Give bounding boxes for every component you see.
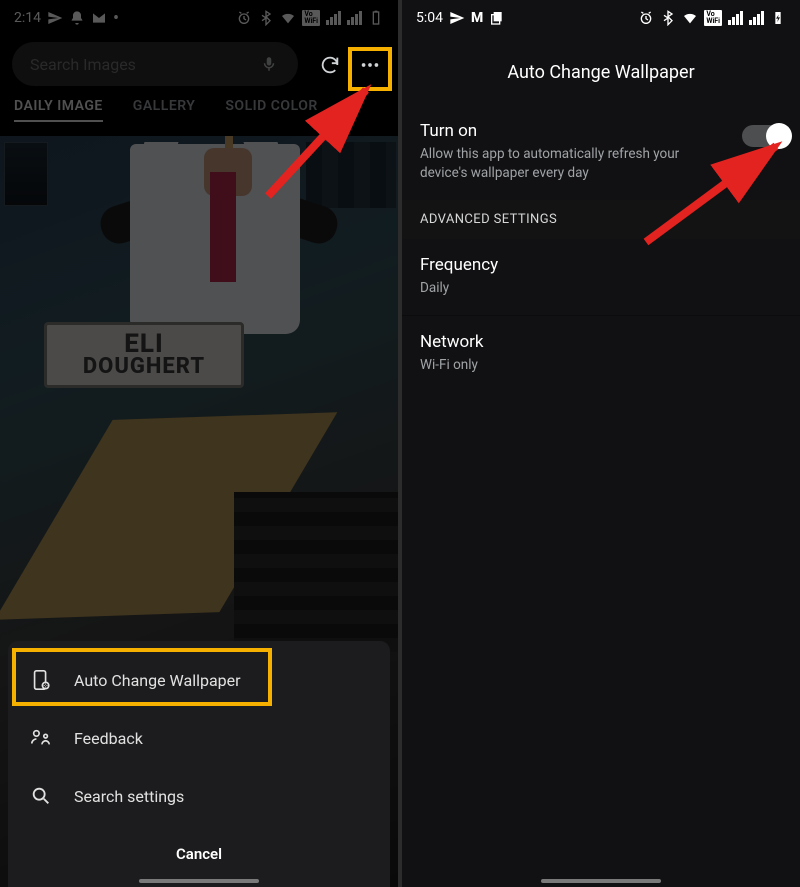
- sheet-cancel[interactable]: Cancel: [8, 825, 390, 887]
- network-value: Wi-Fi only: [420, 356, 690, 375]
- mail-icon: [91, 10, 107, 26]
- row-network[interactable]: Network Wi-Fi only: [402, 316, 800, 392]
- search-icon: [30, 785, 52, 807]
- mural-sign: ELIDOUGHERT: [44, 322, 244, 388]
- sheet-item-auto-change-wallpaper[interactable]: Auto Change Wallpaper: [8, 651, 390, 709]
- network-title: Network: [420, 332, 782, 352]
- refresh-button[interactable]: [310, 43, 350, 87]
- bell-icon: [69, 10, 85, 26]
- signal-icon: [728, 11, 743, 25]
- turn-on-toggle[interactable]: [742, 125, 786, 147]
- row-turn-on[interactable]: Turn on Allow this app to automatically …: [402, 105, 800, 200]
- page-title: Auto Change Wallpaper: [402, 36, 800, 105]
- sheet-item-search-settings[interactable]: Search settings: [8, 767, 390, 825]
- bluetooth-icon: [660, 10, 676, 26]
- bottom-sheet: Auto Change Wallpaper Feedback Search se…: [8, 641, 390, 887]
- section-advanced: ADVANCED SETTINGS: [402, 200, 800, 239]
- m-icon: M: [471, 10, 483, 26]
- more-button[interactable]: [350, 43, 390, 87]
- signal-icon-2: [347, 11, 362, 25]
- signal-icon-2: [749, 11, 764, 25]
- turn-on-subtitle: Allow this app to automatically refresh …: [420, 145, 690, 183]
- battery-icon: [368, 10, 384, 26]
- status-bar: 5:04 M VoWiFi: [402, 0, 800, 36]
- tab-gallery[interactable]: GALLERY: [133, 98, 196, 114]
- status-time: 2:14: [14, 10, 41, 26]
- wallpaper-gear-icon: [30, 669, 52, 691]
- row-frequency[interactable]: Frequency Daily: [402, 239, 800, 315]
- signal-icon: [326, 11, 341, 25]
- copy-icon: [489, 10, 505, 26]
- send-icon: [47, 10, 63, 26]
- frequency-value: Daily: [420, 279, 690, 298]
- mural-window-2: [306, 142, 396, 208]
- right-phone: 5:04 M VoWiFi Auto Change Wallpaper Turn…: [402, 0, 800, 887]
- search-input[interactable]: [30, 55, 234, 74]
- alarm-icon: [638, 10, 654, 26]
- tab-solid-color[interactable]: SOLID COLOR: [225, 98, 317, 114]
- top-row: [0, 36, 398, 94]
- sheet-item-label: Feedback: [74, 729, 143, 748]
- sheet-item-label: Search settings: [74, 787, 184, 806]
- toggle-knob: [766, 123, 792, 149]
- bluetooth-icon: [258, 10, 274, 26]
- status-time: 5:04: [416, 10, 443, 26]
- frequency-title: Frequency: [420, 255, 782, 275]
- mural-window: [4, 142, 48, 206]
- nav-bar-handle[interactable]: [541, 879, 661, 883]
- nav-bar-handle[interactable]: [139, 879, 259, 883]
- sheet-item-feedback[interactable]: Feedback: [8, 709, 390, 767]
- search-bar[interactable]: [12, 42, 298, 86]
- turn-on-title: Turn on: [420, 121, 782, 141]
- sheet-item-label: Auto Change Wallpaper: [74, 671, 241, 690]
- wifi-icon: [280, 10, 296, 26]
- battery-charging-icon: [770, 10, 786, 26]
- vowifi-badge: VoWiFi: [704, 10, 722, 26]
- feedback-icon: [30, 727, 52, 749]
- vowifi-badge: VoWiFi: [302, 10, 320, 26]
- left-phone: 2:14 • VoWiFi DAIL: [0, 0, 398, 887]
- wifi-icon: [682, 10, 698, 26]
- tab-daily-image[interactable]: DAILY IMAGE: [14, 98, 103, 114]
- tabs: DAILY IMAGE GALLERY SOLID COLOR: [0, 94, 398, 124]
- send-icon: [449, 10, 465, 26]
- status-bar: 2:14 • VoWiFi: [0, 0, 398, 36]
- mic-icon[interactable]: [260, 55, 278, 73]
- alarm-icon: [236, 10, 252, 26]
- status-dot: •: [113, 8, 119, 29]
